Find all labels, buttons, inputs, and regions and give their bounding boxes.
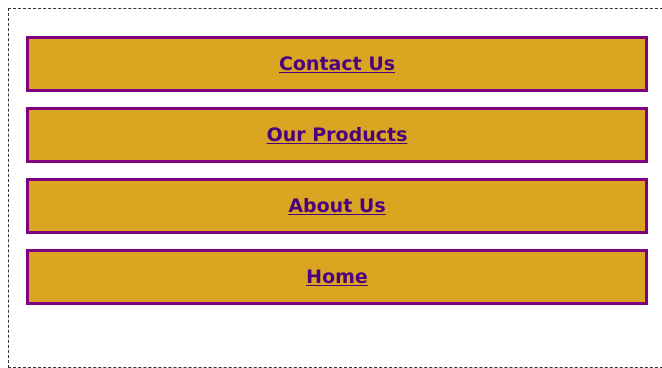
nav-item-our-products[interactable]: Our Products (26, 107, 648, 163)
nav-link-contact-us[interactable]: Contact Us (279, 53, 395, 75)
nav-item-contact-us[interactable]: Contact Us (26, 36, 648, 92)
nav-item-home[interactable]: Home (26, 249, 648, 305)
nav-link-about-us[interactable]: About Us (288, 195, 385, 217)
nav-menu: Contact Us Our Products About Us Home (26, 36, 648, 320)
nav-link-our-products[interactable]: Our Products (267, 124, 408, 146)
nav-link-home[interactable]: Home (306, 266, 368, 288)
nav-item-about-us[interactable]: About Us (26, 178, 648, 234)
